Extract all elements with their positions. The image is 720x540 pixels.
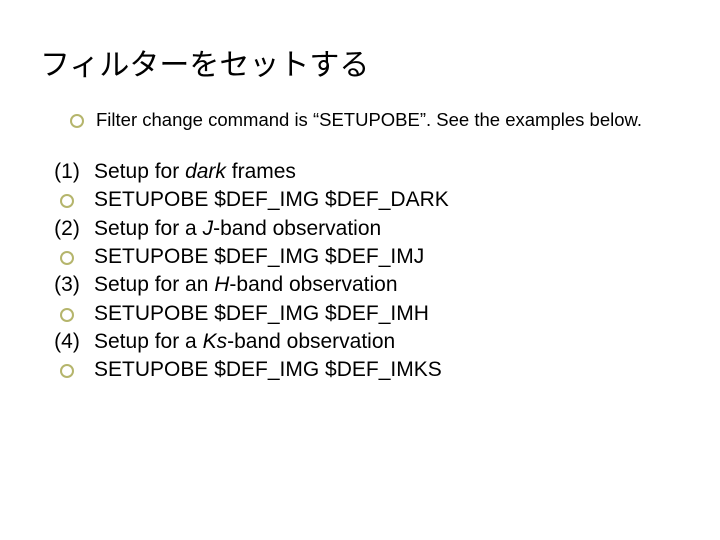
item-command: SETUPOBE $DEF_IMG $DEF_DARK [94,186,680,214]
slide: フィルターをセットする Filter change command is “SE… [0,0,720,540]
list-item: SETUPOBE $DEF_IMG $DEF_IMJ [40,243,680,271]
example-list: (1) Setup for dark frames SETUPOBE $DEF_… [40,158,680,385]
bullet-icon [70,114,84,128]
bullet-icon [60,251,74,265]
intro-text: Filter change command is “SETUPOBE”. See… [96,108,642,132]
list-item: (3) Setup for an H-band observation [40,271,680,299]
bullet-icon [60,308,74,322]
italic-term: H [214,273,229,296]
list-item: SETUPOBE $DEF_IMG $DEF_IMKS [40,356,680,384]
bullet-icon [60,364,74,378]
italic-term: Ks [203,330,228,353]
item-label: Setup for a Ks-band observation [94,328,680,356]
item-label: Setup for dark frames [94,158,680,186]
list-item: SETUPOBE $DEF_IMG $DEF_IMH [40,300,680,328]
item-command: SETUPOBE $DEF_IMG $DEF_IMH [94,300,680,328]
item-command: SETUPOBE $DEF_IMG $DEF_IMKS [94,356,680,384]
italic-term: J [203,217,214,240]
bullet-icon [60,194,74,208]
item-number: (2) [54,215,80,243]
slide-title: フィルターをセットする [40,40,680,84]
italic-term: dark [185,160,226,183]
list-item: (2) Setup for a J-band observation [40,215,680,243]
item-command: SETUPOBE $DEF_IMG $DEF_IMJ [94,243,680,271]
item-label: Setup for an H-band observation [94,271,680,299]
list-item: (4) Setup for a Ks-band observation [40,328,680,356]
list-item: (1) Setup for dark frames [40,158,680,186]
item-number: (1) [54,158,80,186]
intro-bullet: Filter change command is “SETUPOBE”. See… [70,108,680,132]
list-item: SETUPOBE $DEF_IMG $DEF_DARK [40,186,680,214]
item-label: Setup for a J-band observation [94,215,680,243]
item-number: (4) [54,328,80,356]
item-number: (3) [54,271,80,299]
